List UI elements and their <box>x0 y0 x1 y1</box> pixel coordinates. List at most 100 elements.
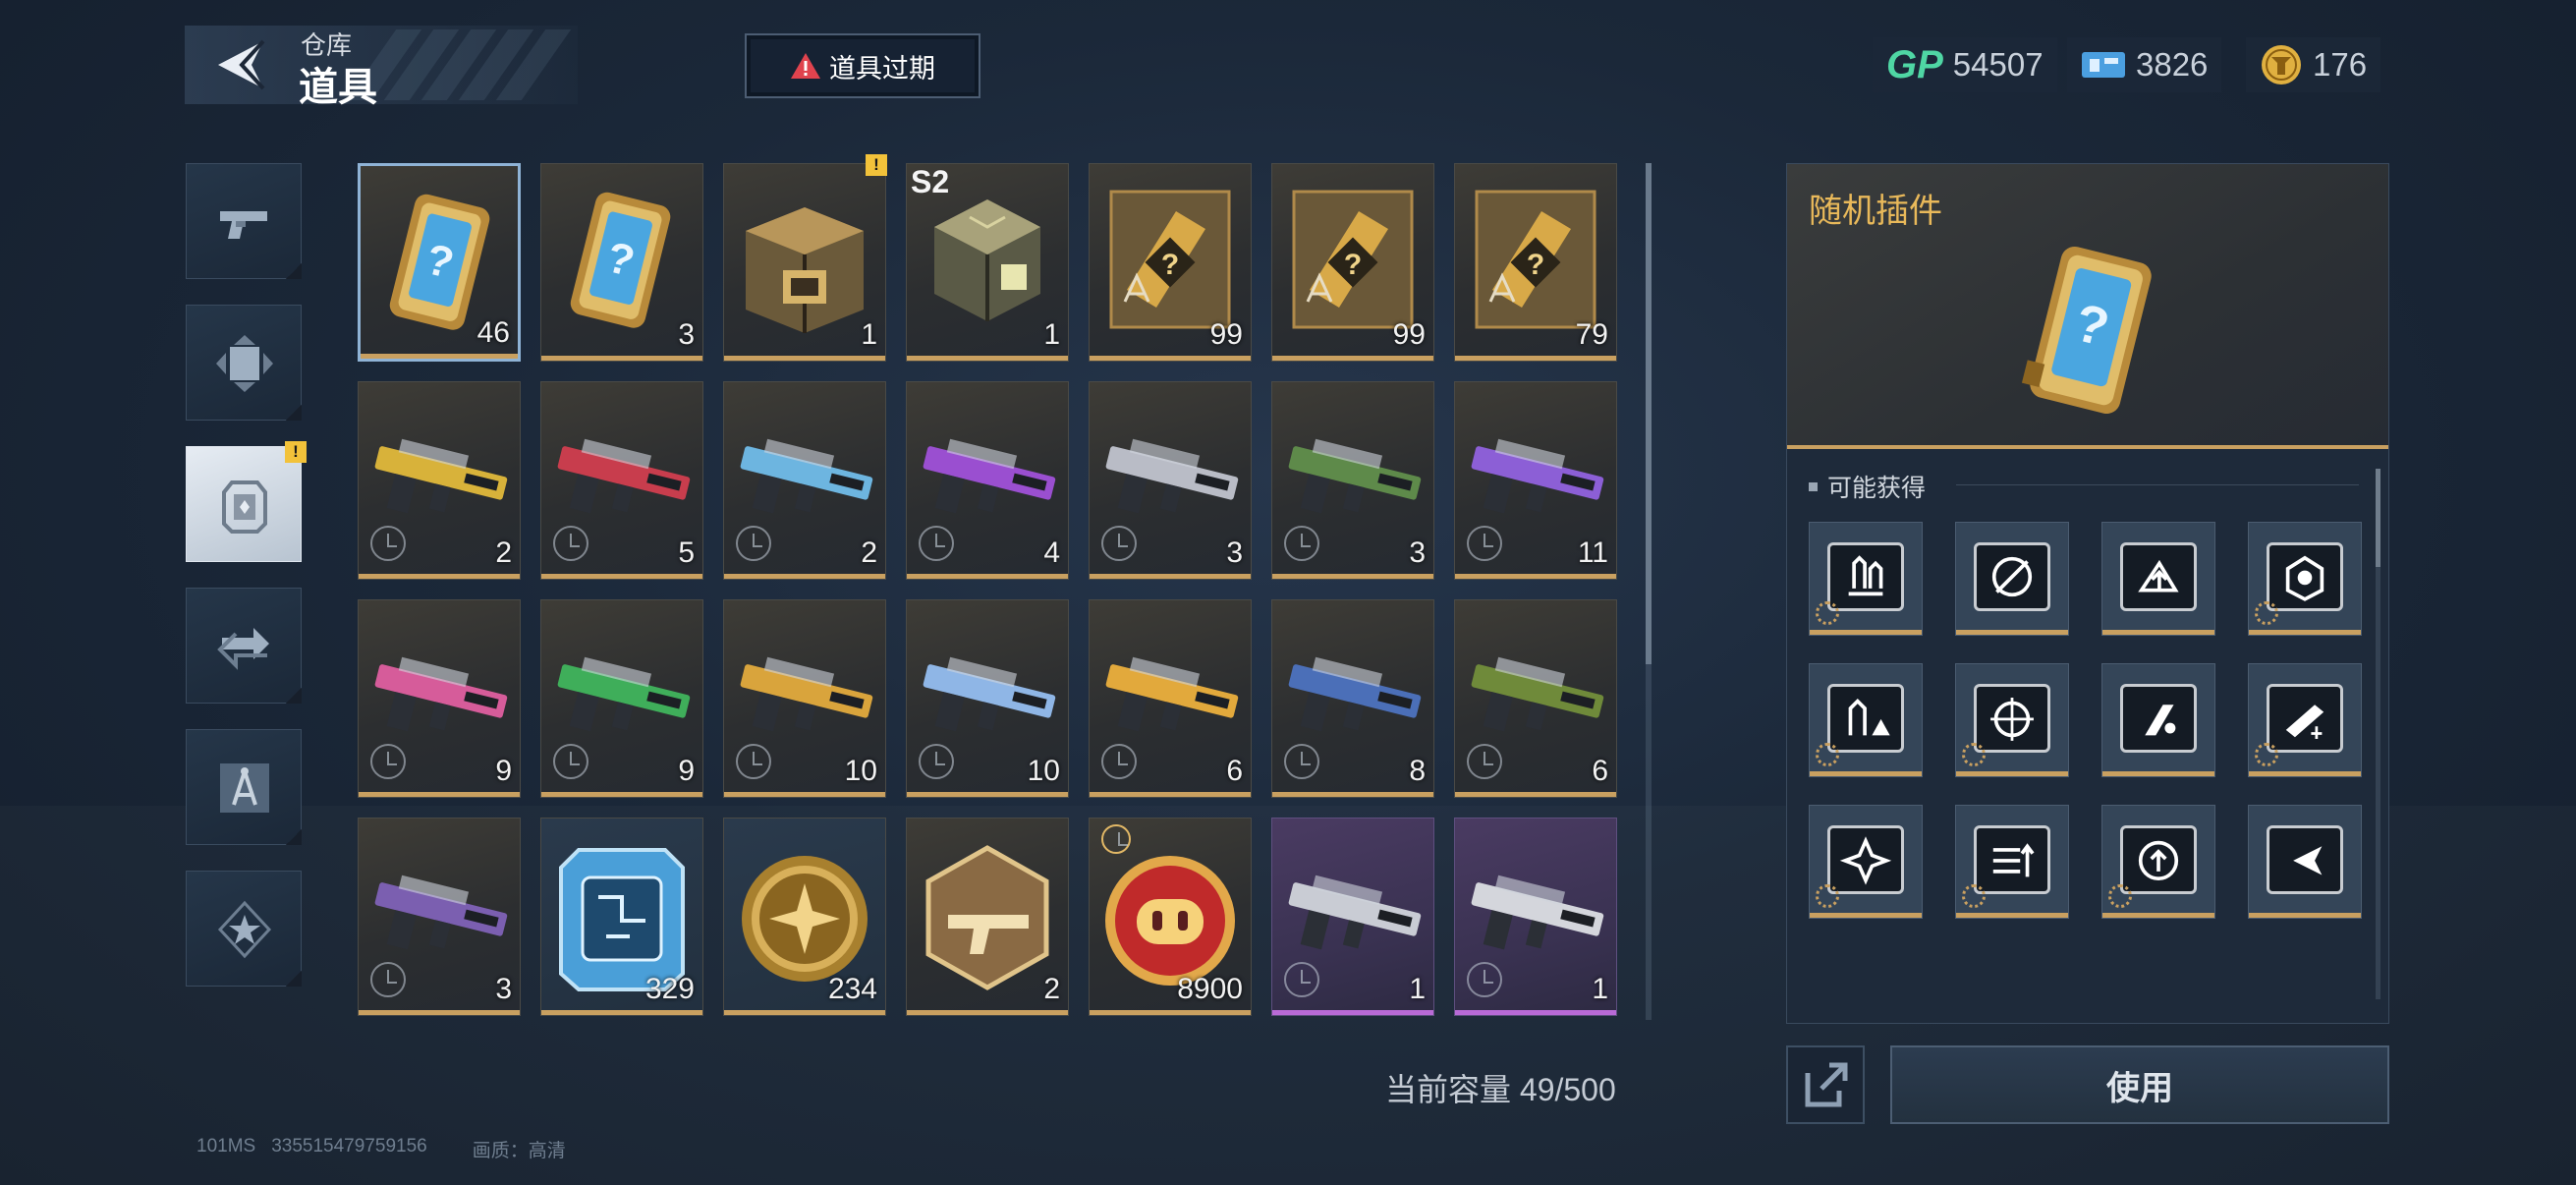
possible-plugin-slot[interactable] <box>2101 663 2215 777</box>
inventory-slot[interactable]: 2 <box>723 381 886 580</box>
rarity-bar <box>724 792 885 797</box>
inventory-slot[interactable]: ? 99 <box>1089 163 1252 362</box>
rarity-bar <box>361 354 518 359</box>
use-button[interactable]: 使用 <box>1890 1045 2389 1124</box>
grid-scrollbar[interactable] <box>1646 163 1652 1020</box>
compass-icon <box>220 763 269 813</box>
gear-icon <box>2255 743 2278 766</box>
currency-ticket-value: 3826 <box>2136 46 2209 83</box>
inventory-slot[interactable]: 3 <box>1089 381 1252 580</box>
inventory-slot[interactable]: ? 46 <box>358 163 521 362</box>
inventory-slot[interactable]: 3 <box>1271 381 1434 580</box>
possible-plugin-slot[interactable] <box>1809 663 1923 777</box>
possible-plugin-slot[interactable] <box>2101 805 2215 919</box>
item-count: 3 <box>495 973 512 1005</box>
item-count: 46 <box>476 316 510 349</box>
inventory-slot[interactable]: ? 99 <box>1271 163 1434 362</box>
item-count: 99 <box>1209 318 1243 351</box>
possible-plugin-slot[interactable] <box>1809 522 1923 636</box>
inventory-slot[interactable]: 2 <box>906 818 1069 1016</box>
rarity-bar <box>2102 630 2214 635</box>
item-expiry-button[interactable]: 道具过期 <box>745 33 980 98</box>
back-arrow-icon[interactable] <box>212 35 267 94</box>
inventory-slot[interactable]: 10 <box>906 599 1069 798</box>
possible-plugin-slot[interactable] <box>1809 805 1923 919</box>
possible-plugin-slot[interactable] <box>2248 663 2362 777</box>
inventory-slot[interactable]: 11 <box>1454 381 1617 580</box>
currency-gp-value: 54507 <box>1952 46 2044 83</box>
exchange-icon <box>217 628 269 670</box>
reload-up-plugin-icon <box>2138 559 2179 592</box>
ping-text: 101MS <box>196 1136 256 1157</box>
tab-weapons[interactable] <box>186 163 302 279</box>
detail-title: 随机插件 <box>1809 193 1942 230</box>
inventory-slot[interactable]: 6 <box>1089 599 1252 798</box>
rarity-bar <box>359 574 520 579</box>
tab-badges[interactable] <box>186 871 302 987</box>
inventory-slot[interactable]: ! 1 <box>723 154 887 362</box>
inventory-slot[interactable]: ? 79 <box>1454 163 1617 362</box>
timer-icon <box>1467 962 1502 997</box>
timer-icon <box>1467 744 1502 779</box>
rarity-bar <box>1455 574 1616 579</box>
tab-exchange[interactable] <box>186 588 302 704</box>
tab-plugins[interactable]: ! <box>186 441 307 562</box>
item-count: 2 <box>1043 973 1060 1005</box>
tab-cards[interactable] <box>186 305 302 421</box>
inventory-slot[interactable]: 3 <box>358 818 521 1016</box>
detail-header: 随机插件 ? <box>1787 164 2388 449</box>
inventory-slot[interactable]: 10 <box>723 599 886 798</box>
rarity-bar <box>1090 356 1251 361</box>
rarity-bar <box>1956 771 2068 776</box>
tab-blueprints[interactable] <box>186 729 302 845</box>
inventory-slot[interactable]: 1 <box>1271 818 1434 1016</box>
possible-plugin-slot[interactable] <box>2248 805 2362 919</box>
rewards-scrollbar[interactable] <box>2376 469 2380 999</box>
armor-plugin-icon <box>2285 555 2324 601</box>
timer-icon <box>553 744 588 779</box>
inventory-slot[interactable]: 6 <box>1454 599 1617 798</box>
currency-coin: 176 <box>2246 37 2381 92</box>
timer-icon <box>370 526 406 561</box>
item-count: 2 <box>861 536 877 569</box>
inventory-slot[interactable]: 234 <box>723 818 886 1016</box>
rarity-bar <box>1455 792 1616 797</box>
possible-plugin-slot[interactable] <box>1955 522 2069 636</box>
rarity-bar <box>724 574 885 579</box>
item-count: 1 <box>1043 318 1060 351</box>
possible-plugin-slot[interactable] <box>1955 805 2069 919</box>
shield-up-plugin-icon <box>2138 840 2179 881</box>
timer-icon <box>1284 744 1319 779</box>
inventory-slot[interactable]: 9 <box>540 599 703 798</box>
possible-plugin-slot[interactable] <box>2101 522 2215 636</box>
inventory-slot[interactable]: S2 1 <box>906 163 1069 362</box>
item-count: 329 <box>644 973 695 1005</box>
inventory-slot[interactable]: 1 <box>1454 818 1617 1016</box>
rarity-bar <box>2249 913 2361 918</box>
inventory-slot[interactable]: ? 3 <box>540 163 703 362</box>
gear-icon <box>2255 601 2278 625</box>
possible-plugin-slot[interactable] <box>1955 663 2069 777</box>
rarity-bar <box>1455 356 1616 361</box>
item-count: 10 <box>1027 755 1060 787</box>
grid-scrollbar-thumb[interactable] <box>1646 163 1652 664</box>
gun-badge-image <box>925 845 1049 990</box>
rarity-bar <box>724 1010 885 1015</box>
new-alert-badge: ! <box>866 154 887 176</box>
item-count: 99 <box>1392 318 1426 351</box>
bullets-plugin-icon <box>1848 555 1883 596</box>
possible-plugin-slot[interactable] <box>2248 522 2362 636</box>
inventory-slot[interactable]: 2 <box>358 381 521 580</box>
possible-rewards-label: 可能获得 <box>1827 475 1927 502</box>
share-button[interactable] <box>1786 1045 1865 1124</box>
rarity-bar <box>2249 771 2361 776</box>
inventory-slot[interactable]: 4 <box>906 381 1069 580</box>
inventory-slot[interactable]: 5 <box>540 381 703 580</box>
rarity-bar <box>541 792 702 797</box>
medkit-cross-plugin-icon <box>1839 836 1892 885</box>
inventory-slot[interactable]: 329 <box>540 818 703 1016</box>
inventory-slot[interactable]: 9 <box>358 599 521 798</box>
rarity-bar <box>724 356 885 361</box>
inventory-slot[interactable]: 8900 <box>1089 818 1252 1016</box>
inventory-slot[interactable]: 8 <box>1271 599 1434 798</box>
